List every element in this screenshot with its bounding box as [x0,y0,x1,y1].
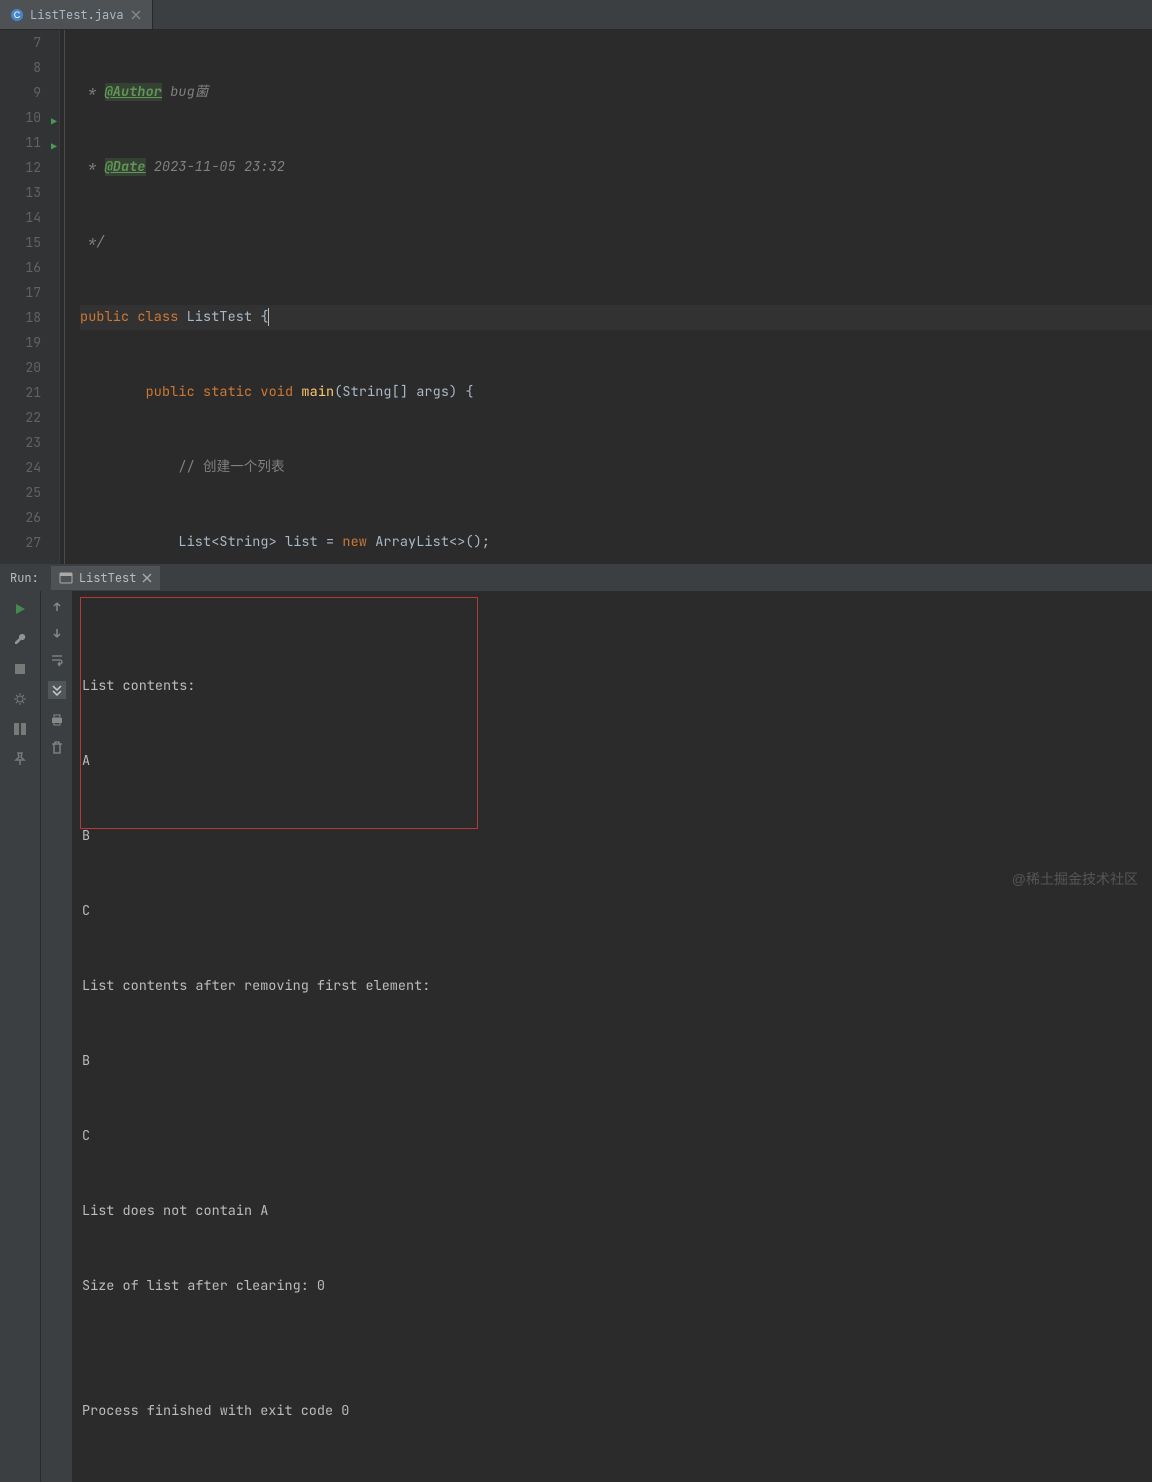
file-tab[interactable]: C ListTest.java [0,0,153,29]
console-line: B [82,1049,1142,1074]
console-output[interactable]: List contents: A B C List contents after… [72,591,1152,1482]
code-content[interactable]: * @Author bug菌 * @Date 2023-11-05 23:32 … [76,30,1152,564]
close-icon[interactable] [130,9,142,21]
line-gutter[interactable]: 7 8 9 10 11 12 13 14 15 16 17 18 19 20 2… [0,30,60,564]
down-arrow-icon[interactable] [51,627,63,639]
console-line: Size of list after clearing: 0 [82,1274,1142,1299]
console-line: Process finished with exit code 0 [82,1399,1142,1424]
wrench-icon[interactable] [12,631,28,647]
console-line: A [82,749,1142,774]
highlight-box [80,597,478,829]
trash-icon[interactable] [51,741,63,755]
console-line: List does not contain A [82,1199,1142,1224]
up-arrow-icon[interactable] [51,601,63,613]
editor-tabs-bar: C ListTest.java [0,0,1152,30]
fold-column[interactable] [60,30,76,564]
print-icon[interactable] [50,713,64,727]
file-tab-label: ListTest.java [30,7,124,23]
run-panel-body: List contents: A B C List contents after… [0,591,1152,1482]
console-line: C [82,899,1142,924]
console-line: List contents: [82,674,1142,699]
rerun-button[interactable] [12,601,28,617]
soft-wrap-icon[interactable] [50,653,64,667]
run-config-name: ListTest [79,570,137,586]
console-line: B [82,824,1142,849]
debug-icon[interactable] [12,691,28,707]
application-icon [59,571,73,585]
watermark: @稀土掘金技术社区 [1012,869,1138,889]
close-icon[interactable] [142,573,152,583]
layout-icon[interactable] [12,721,28,737]
java-class-icon: C [10,8,24,22]
stop-button[interactable] [12,661,28,677]
run-panel-header: Run: ListTest [0,564,1152,591]
console-line: C [82,1124,1142,1149]
run-toolbar-secondary [40,591,72,1482]
run-config-tab[interactable]: ListTest [51,566,161,590]
run-label: Run: [10,570,39,586]
pin-icon[interactable] [12,751,28,767]
run-toolbar-left [0,591,40,1482]
editor-area: 7 8 9 10 11 12 13 14 15 16 17 18 19 20 2… [0,30,1152,564]
svg-text:C: C [14,10,21,20]
scroll-to-end-icon[interactable] [48,681,66,699]
console-line: List contents after removing first eleme… [82,974,1142,999]
